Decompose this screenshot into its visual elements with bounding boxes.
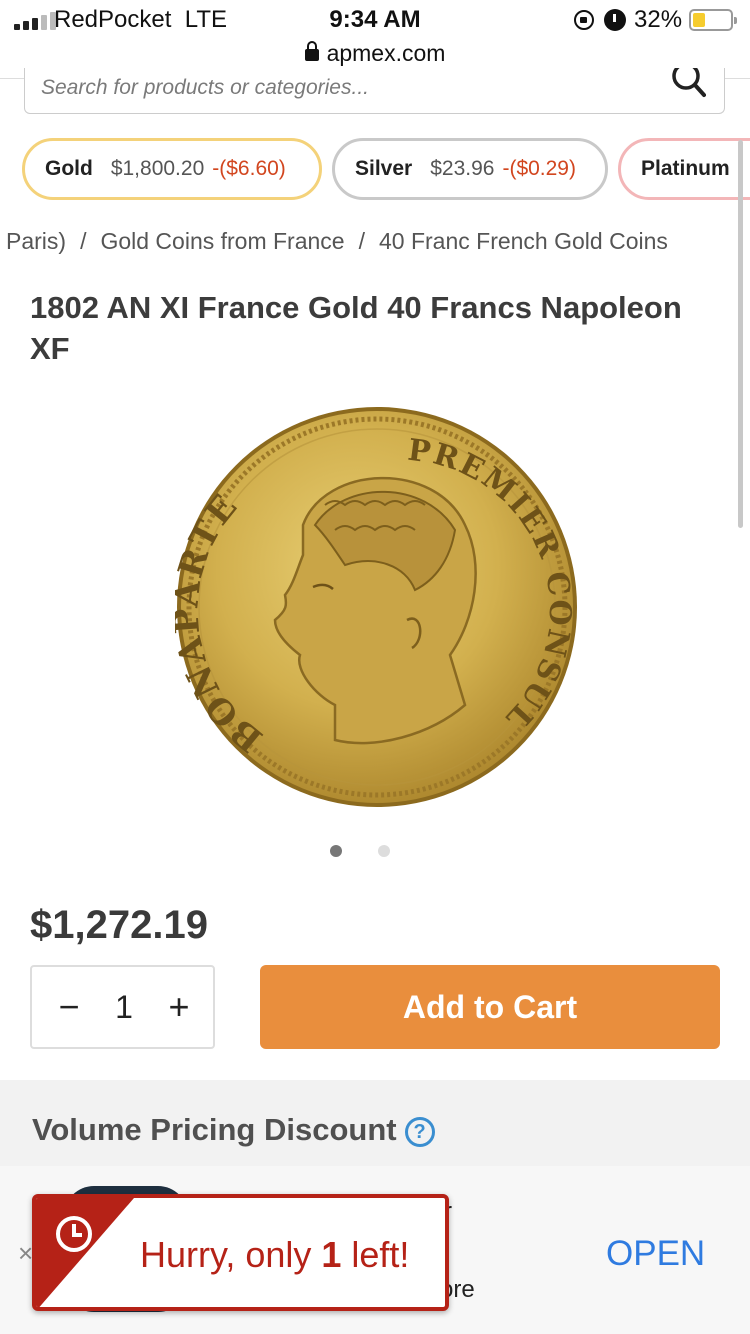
page-scrollbar[interactable]	[738, 140, 743, 528]
address-bar[interactable]: apmex.com	[0, 40, 750, 67]
search-icon[interactable]	[672, 68, 706, 102]
status-bar: RedPocket LTE 9:34 AM 32%	[0, 0, 750, 40]
ticker-silver[interactable]: Silver $23.96 -($0.29)	[332, 138, 608, 200]
ticker-change: -($0.29)	[502, 157, 576, 180]
battery-icon	[689, 9, 737, 31]
ticker-change: -($6.60)	[212, 157, 286, 180]
search-box[interactable]	[24, 68, 725, 114]
banner-close-icon[interactable]: ×	[18, 1238, 33, 1269]
image-carousel-dots	[330, 845, 400, 859]
ticker-metal: Gold	[45, 157, 93, 180]
breadcrumb-item[interactable]: Gold Coins from France	[100, 228, 344, 254]
clock-icon	[56, 1216, 92, 1252]
ticker-price: $1,800.20	[110, 157, 205, 180]
breadcrumb-item[interactable]: 40 Franc French Gold Coins	[379, 228, 668, 254]
decrease-quantity-button[interactable]: −	[44, 977, 94, 1037]
carousel-dot[interactable]	[378, 845, 390, 857]
url-text: apmex.com	[326, 40, 446, 66]
alarm-icon	[604, 9, 626, 31]
breadcrumb-item[interactable]: Paris)	[6, 228, 66, 254]
carousel-dot[interactable]	[330, 845, 342, 857]
increase-quantity-button[interactable]: +	[154, 977, 204, 1037]
ticker-platinum[interactable]: Platinum	[618, 138, 750, 200]
toast-message: Hurry, only 1 left!	[140, 1234, 410, 1275]
quantity-stepper: − 1 +	[30, 965, 215, 1049]
coin-image: BONAPARTE PREMIER CONSUL	[166, 407, 577, 807]
rotation-lock-icon	[574, 10, 594, 30]
low-stock-toast: Hurry, only 1 left!	[32, 1194, 449, 1311]
ticker-metal: Silver	[355, 157, 413, 180]
lock-icon	[304, 41, 319, 61]
product-image[interactable]: BONAPARTE PREMIER CONSUL	[166, 405, 579, 809]
open-app-button[interactable]: OPEN	[606, 1234, 705, 1274]
help-icon[interactable]: ?	[404, 1116, 435, 1147]
ticker-gold[interactable]: Gold $1,800.20 -($6.60)	[22, 138, 322, 200]
breadcrumb-separator: /	[358, 228, 365, 254]
search-input[interactable]	[41, 68, 641, 108]
battery-percent: 32%	[634, 6, 683, 33]
add-to-cart-button[interactable]: Add to Cart	[260, 965, 720, 1049]
ticker-metal: Platinum	[641, 157, 730, 180]
toast-corner	[36, 1198, 134, 1307]
breadcrumb-separator: /	[80, 228, 87, 254]
product-price: $1,272.19	[30, 903, 208, 947]
ticker-price: $23.96	[430, 157, 495, 180]
quantity-value[interactable]: 1	[102, 977, 146, 1037]
breadcrumb: Paris) / Gold Coins from France / 40 Franc F…	[6, 228, 668, 255]
product-title: 1802 AN XI France Gold 40 Francs Napoleo…	[30, 289, 682, 366]
volume-pricing-title: Volume Pricing Discount?	[32, 1112, 435, 1148]
metal-price-tickers: Gold $1,800.20 -($6.60) Silver $23.96 -(…	[0, 138, 750, 206]
